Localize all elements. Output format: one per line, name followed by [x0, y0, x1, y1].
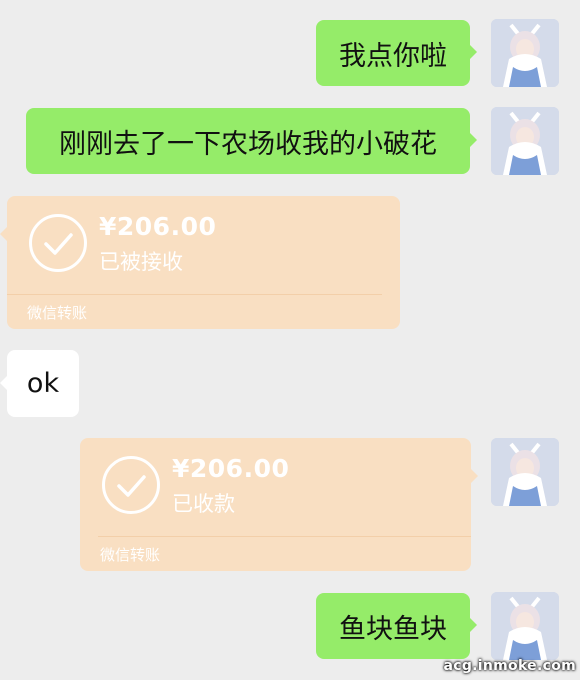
transfer-amount: ¥206.00 — [172, 454, 290, 483]
bubble-tail — [469, 44, 477, 60]
bubble-tail — [0, 375, 8, 391]
message-bubble-sent[interactable]: 鱼块鱼块 — [316, 593, 477, 659]
check-circle-icon — [29, 214, 87, 272]
transfer-status: 已收款 — [172, 492, 235, 516]
avatar[interactable] — [491, 107, 559, 175]
transfer-footer: 微信转账 — [100, 546, 161, 564]
avatar-anime-girl-icon — [491, 107, 559, 175]
bubble-tail — [470, 468, 478, 484]
transfer-amount: ¥206.00 — [99, 212, 217, 241]
transfer-card-received[interactable]: ¥206.00 已被接收 微信转账 — [0, 196, 400, 329]
watermark: acg.inmoke.com — [443, 658, 576, 674]
avatar-anime-girl-icon — [491, 19, 559, 87]
avatar[interactable] — [491, 592, 559, 660]
message-text: 鱼块鱼块 — [339, 613, 447, 645]
message-text: ok — [26, 368, 60, 399]
divider — [98, 536, 471, 537]
check-circle-icon — [102, 456, 160, 514]
message-bubble-sent[interactable]: 我点你啦 — [316, 20, 477, 86]
bubble-tail — [0, 226, 8, 242]
transfer-card-sent[interactable]: ¥206.00 已收款 微信转账 — [80, 438, 478, 571]
message-text: 我点你啦 — [339, 40, 447, 72]
avatar[interactable] — [491, 438, 559, 506]
transfer-footer: 微信转账 — [27, 304, 88, 322]
avatar-anime-girl-icon — [491, 592, 559, 660]
avatar-anime-girl-icon — [491, 438, 559, 506]
message-bubble-sent[interactable]: 刚刚去了一下农场收我的小破花 — [26, 108, 477, 174]
avatar[interactable] — [491, 19, 559, 87]
transfer-status: 已被接收 — [99, 250, 183, 274]
divider — [7, 294, 382, 295]
bubble-tail — [469, 617, 477, 633]
message-text: 刚刚去了一下农场收我的小破花 — [59, 128, 437, 160]
message-bubble-received[interactable]: ok — [0, 350, 79, 417]
bubble-tail — [469, 132, 477, 148]
